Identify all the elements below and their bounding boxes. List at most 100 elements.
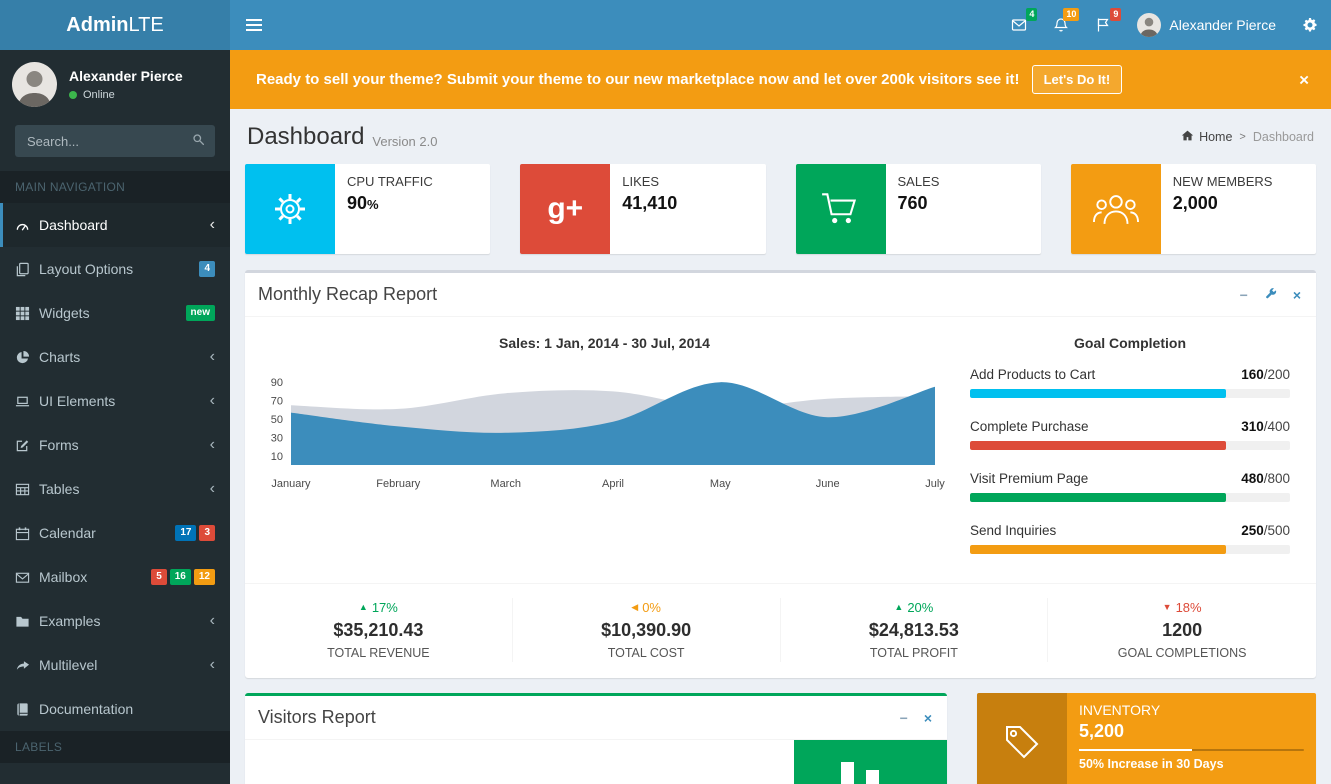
messages-badge: 4 <box>1026 8 1037 21</box>
settings-button[interactable] <box>1262 285 1279 304</box>
inventory-progress-track <box>1079 749 1304 751</box>
top-navbar: 4 10 9 Alexander Pierce <box>230 0 1331 50</box>
collapse-button[interactable]: − <box>1238 286 1250 304</box>
control-sidebar-toggle[interactable] <box>1289 0 1331 50</box>
sidebar-item-layout-options[interactable]: Layout Options 4 <box>0 247 230 291</box>
lets-do-it-button[interactable]: Let's Do It! <box>1032 65 1123 94</box>
calendar-icon <box>15 526 39 541</box>
sidebar-item-documentation[interactable]: Documentation <box>0 687 230 731</box>
logo-bold: Admin <box>66 14 128 37</box>
sidebar-item-calendar[interactable]: Calendar 173 <box>0 511 230 555</box>
svg-text:10: 10 <box>271 451 283 463</box>
visitors-report-box: Visitors Report − × <box>245 693 947 784</box>
info-box-label: LIKES <box>622 174 677 189</box>
stat-value: $35,210.43 <box>255 620 502 641</box>
goal-label: Visit Premium Page <box>970 471 1088 486</box>
sidebar-item-multilevel[interactable]: Multilevel ‹ <box>0 643 230 687</box>
close-icon: × <box>1293 288 1301 302</box>
box-tools: − × <box>1238 285 1303 304</box>
envelope-icon <box>15 570 39 585</box>
logo-light: LTE <box>129 14 164 37</box>
info-box-label: NEW MEMBERS <box>1173 174 1273 189</box>
inventory-label: INVENTORY <box>1079 702 1304 718</box>
sidebar-item-dashboard[interactable]: Dashboard ‹ <box>0 203 230 247</box>
user-status[interactable]: Online <box>69 89 183 101</box>
content-wrapper: Ready to sell your theme? Submit your th… <box>230 50 1331 784</box>
stat-total-cost: ◀0% $10,390.90 TOTAL COST <box>513 598 781 662</box>
goal-label: Complete Purchase <box>970 419 1089 434</box>
envelope-icon <box>1011 17 1027 33</box>
book-icon <box>15 702 39 717</box>
user-avatar <box>12 62 57 107</box>
sidebar-item-ui-elements[interactable]: UI Elements ‹ <box>0 379 230 423</box>
home-icon <box>1181 129 1194 145</box>
tag-icon <box>977 693 1067 784</box>
inventory-info-box: INVENTORY 5,200 50% Increase in 30 Days <box>977 693 1316 784</box>
remove-button[interactable]: × <box>1291 286 1303 304</box>
sidebar-item-examples[interactable]: Examples ‹ <box>0 599 230 643</box>
chevron-left-icon: ‹ <box>210 393 215 409</box>
svg-text:June: June <box>816 478 840 490</box>
breadcrumb-home-link[interactable]: Home <box>1181 129 1232 145</box>
google-plus-icon: g+ <box>520 164 610 254</box>
goal-numbers: 160/200 <box>1241 367 1290 382</box>
count-badge: 12 <box>194 569 215 585</box>
breadcrumb: Home > Dashboard <box>1181 129 1314 145</box>
sidebar-item-widgets[interactable]: Widgets new <box>0 291 230 335</box>
chevron-left-icon: ‹ <box>210 481 215 497</box>
goal-completion-title: Goal Completion <box>970 335 1290 351</box>
info-box-label: SALES <box>898 174 940 189</box>
messages-menu[interactable]: 4 <box>998 0 1040 50</box>
dashboard-icon <box>15 218 39 233</box>
sidebar-search <box>15 125 215 157</box>
caret-up-icon: ▲ <box>359 603 368 612</box>
sidebar-toggle-button[interactable] <box>230 0 278 50</box>
sidebar-item-charts[interactable]: Charts ‹ <box>0 335 230 379</box>
svg-text:July: July <box>925 478 945 490</box>
sidebar-item-tables[interactable]: Tables ‹ <box>0 467 230 511</box>
chevron-left-icon: ‹ <box>210 657 215 673</box>
svg-text:50: 50 <box>271 414 283 426</box>
sidebar-item-mailbox[interactable]: Mailbox 51612 <box>0 555 230 599</box>
user-avatar <box>1137 13 1161 37</box>
collapse-button[interactable]: − <box>898 709 910 727</box>
notifications-menu[interactable]: 10 <box>1040 0 1082 50</box>
stat-value: 1200 <box>1058 620 1306 641</box>
sales-chart-title: Sales: 1 Jan, 2014 - 30 Jul, 2014 <box>261 335 948 351</box>
sidebar-item-label: Tables <box>39 481 210 497</box>
search-input[interactable] <box>15 125 181 157</box>
user-status-label: Online <box>83 89 115 101</box>
sidebar-user-panel: Alexander Pierce Online <box>0 50 230 121</box>
user-menu[interactable]: Alexander Pierce <box>1124 0 1289 50</box>
sidebar-item-label: Mailbox <box>39 569 151 585</box>
goal-label: Add Products to Cart <box>970 367 1095 382</box>
box-title: Monthly Recap Report <box>258 284 437 305</box>
chevron-left-icon: ‹ <box>210 437 215 453</box>
remove-button[interactable]: × <box>922 709 934 727</box>
goal-progress-group: Complete Purchase310/400 <box>970 419 1290 450</box>
close-icon[interactable]: × <box>1299 71 1309 88</box>
sidebar-item-forms[interactable]: Forms ‹ <box>0 423 230 467</box>
info-box-value: 90% <box>347 193 433 214</box>
edit-icon <box>15 438 39 453</box>
info-box-likes: g+ LIKES 41,410 <box>520 164 765 254</box>
inventory-value: 5,200 <box>1079 721 1304 742</box>
sidebar-item-label: Widgets <box>39 305 186 321</box>
svg-text:January: January <box>271 478 311 490</box>
pie-chart-icon <box>15 350 39 365</box>
goal-progress-group: Add Products to Cart 160/200 <box>970 367 1290 398</box>
minus-icon: − <box>900 711 908 725</box>
tasks-menu[interactable]: 9 <box>1082 0 1124 50</box>
page-subtitle: Version 2.0 <box>372 134 437 149</box>
search-button[interactable] <box>181 125 215 157</box>
svg-text:70: 70 <box>271 396 283 408</box>
stat-change: ▼18% <box>1058 600 1306 615</box>
svg-text:February: February <box>376 478 421 490</box>
box-header: Monthly Recap Report − × <box>245 273 1316 317</box>
breadcrumb-separator: > <box>1239 131 1245 143</box>
recap-stats-footer: ▲17% $35,210.43 TOTAL REVENUE ◀0% $10,39… <box>245 583 1316 678</box>
visitors-green-panel <box>794 740 947 784</box>
app-logo[interactable]: AdminLTE <box>0 0 230 50</box>
sidebar-item-label: Calendar <box>39 525 175 541</box>
stat-label: TOTAL PROFIT <box>791 646 1038 660</box>
